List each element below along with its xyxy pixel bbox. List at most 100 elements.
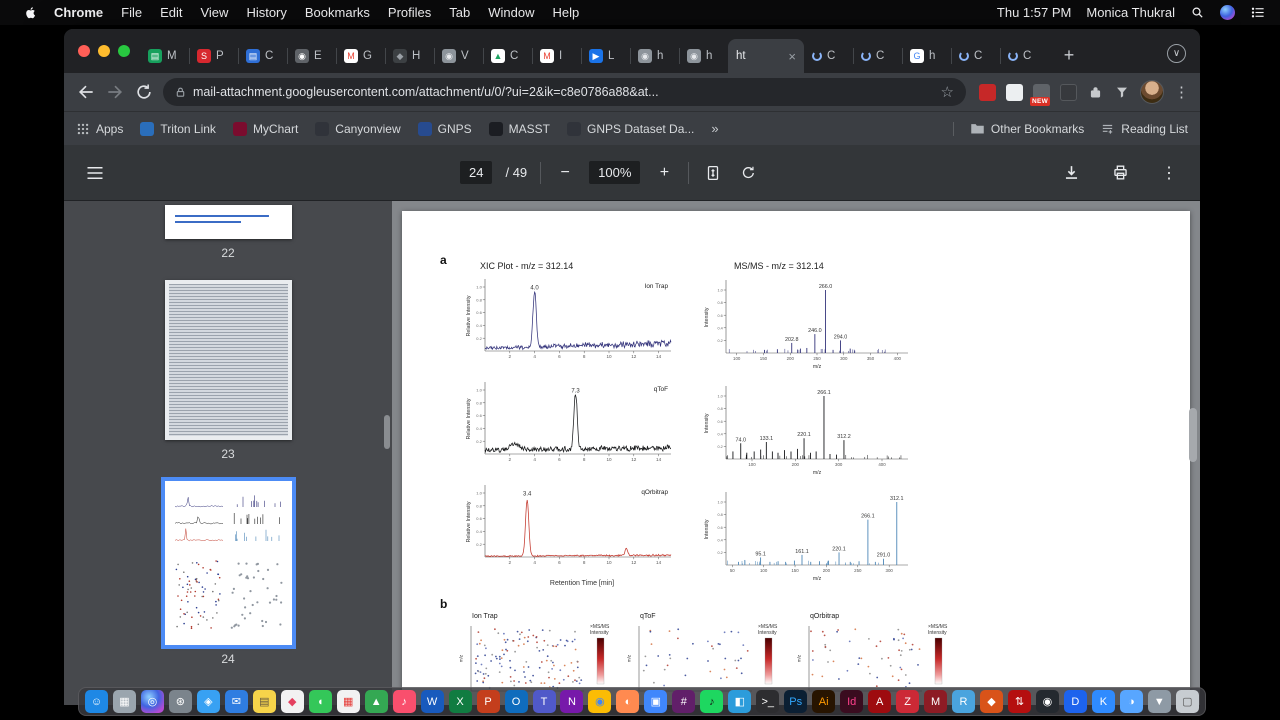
dock-app-music[interactable]: ♪: [392, 690, 416, 713]
browser-tab[interactable]: SP: [189, 39, 238, 73]
browser-tab[interactable]: C: [804, 39, 853, 73]
dock-app-siri[interactable]: ◎: [140, 690, 164, 713]
extension-icon-with-new-badge[interactable]: NEW: [1030, 83, 1051, 106]
bookmark-item[interactable]: GNPS: [417, 121, 472, 136]
menubar-item-history[interactable]: History: [237, 5, 295, 20]
extension-icon-red[interactable]: [979, 83, 996, 101]
menubar-clock[interactable]: Thu 1:57 PM: [997, 5, 1071, 20]
browser-tab[interactable]: ◉ h: [679, 39, 728, 73]
viewer-scrollbar[interactable]: [1189, 408, 1197, 462]
dock-app-rstudio[interactable]: R: [952, 690, 976, 713]
tab-active[interactable]: ht ×: [728, 39, 804, 73]
menubar-item-edit[interactable]: Edit: [151, 5, 191, 20]
browser-tab[interactable]: ◆ H: [385, 39, 434, 73]
bookmark-item[interactable]: MASST: [488, 121, 550, 136]
menubar-item-file[interactable]: File: [112, 5, 151, 20]
traffic-light-zoom[interactable]: [118, 45, 130, 57]
dock-app-terminal[interactable]: >_: [756, 690, 780, 713]
tab-search-icon[interactable]: ∨: [1167, 44, 1186, 63]
dock-app-docker[interactable]: D: [1063, 690, 1087, 713]
bookmarks-overflow-chevron[interactable]: »: [711, 121, 718, 136]
reading-list[interactable]: Reading List: [1100, 122, 1188, 136]
sidebar-scrollbar[interactable]: [384, 415, 390, 449]
tab-close-icon[interactable]: ×: [788, 49, 796, 64]
dock-app-acrobat[interactable]: A: [868, 690, 892, 713]
new-tab-button[interactable]: +: [1055, 41, 1083, 69]
browser-tab[interactable]: C: [1000, 39, 1049, 73]
browser-tab[interactable]: C: [951, 39, 1000, 73]
active-app-name[interactable]: Chrome: [45, 5, 112, 20]
dock-app-excel[interactable]: X: [448, 690, 472, 713]
dock-app-preview[interactable]: ◑: [1119, 690, 1143, 713]
lock-icon[interactable]: [175, 86, 186, 99]
pdf-more-actions-icon[interactable]: ⋮: [1158, 162, 1180, 184]
dock-app-teams[interactable]: T: [532, 690, 556, 713]
dock-app-downloads-folder[interactable]: ▼: [1147, 690, 1171, 713]
browser-tab[interactable]: C: [853, 39, 902, 73]
zoom-in-button[interactable]: +: [653, 162, 675, 184]
bookmark-item[interactable]: MyChart: [232, 121, 298, 136]
menubar-item-window[interactable]: Window: [479, 5, 543, 20]
traffic-light-minimize[interactable]: [98, 45, 110, 57]
dock-app-safari[interactable]: ◈: [196, 690, 220, 713]
dock-app-word[interactable]: W: [420, 690, 444, 713]
dock-app-filezilla[interactable]: ⇅: [1007, 690, 1031, 713]
filter-extension-icon[interactable]: [1114, 84, 1130, 100]
siri-icon[interactable]: [1220, 5, 1235, 20]
forward-icon[interactable]: [105, 82, 125, 102]
extensions-puzzle-icon[interactable]: [1087, 84, 1104, 101]
zoom-out-button[interactable]: −: [554, 162, 576, 184]
dock-app-zotero[interactable]: Z: [896, 690, 920, 713]
dock-app-system-preferences[interactable]: ⊛: [168, 690, 192, 713]
dock-app-finder[interactable]: ☺: [85, 690, 108, 713]
thumbnail-page-24[interactable]: [160, 477, 296, 649]
dock-app-indesign[interactable]: Id: [840, 690, 864, 713]
apps-shortcut[interactable]: Apps: [76, 122, 123, 136]
dock-app-mail[interactable]: ✉: [224, 690, 248, 713]
dock-app-matlab[interactable]: ◆: [980, 690, 1003, 713]
dock-app-zoom[interactable]: ▣: [644, 690, 668, 713]
dock-app-calendar[interactable]: ▦: [336, 690, 360, 713]
reload-icon[interactable]: [134, 82, 154, 102]
menubar-item-bookmarks[interactable]: Bookmarks: [296, 5, 379, 20]
thumbnail-page-22[interactable]: [164, 205, 292, 239]
other-bookmarks[interactable]: Other Bookmarks: [970, 122, 1084, 136]
dock-app-onenote[interactable]: N: [560, 690, 584, 713]
extension-icon-light[interactable]: [1006, 83, 1023, 101]
bookmark-item[interactable]: Canyonview: [315, 121, 401, 136]
menubar-user-name[interactable]: Monica Thukral: [1086, 5, 1175, 20]
extension-icon-dark[interactable]: [1060, 83, 1077, 101]
dock-app-vscode[interactable]: ◧: [728, 690, 752, 713]
dock-app-mendeley[interactable]: M: [924, 690, 948, 713]
bookmark-item[interactable]: GNPS Dataset Da...: [567, 121, 694, 136]
page-number-input[interactable]: 24: [460, 161, 493, 184]
pdf-menu-icon[interactable]: [84, 162, 106, 184]
profile-avatar[interactable]: [1140, 80, 1164, 104]
dock-app-spotify[interactable]: ♪: [700, 690, 724, 713]
dock-app-illustrator[interactable]: Ai: [812, 690, 836, 713]
dock-app-outlook[interactable]: O: [504, 690, 528, 713]
browser-tab[interactable]: ▲ C: [483, 39, 532, 73]
menubar-item-help[interactable]: Help: [544, 5, 589, 20]
bookmark-item[interactable]: Triton Link: [140, 121, 216, 136]
menubar-item-view[interactable]: View: [191, 5, 237, 20]
browser-tab[interactable]: ◉ E: [287, 39, 336, 73]
dock-app-slack[interactable]: #: [672, 690, 696, 713]
browser-tab[interactable]: Gh: [902, 39, 951, 73]
dock-app-maps[interactable]: ▲: [364, 690, 388, 713]
rotate-button[interactable]: [737, 162, 759, 184]
zoom-level[interactable]: 100%: [589, 161, 641, 184]
dock-app-photos[interactable]: ◆: [280, 690, 304, 713]
apple-menu-icon[interactable]: [14, 5, 45, 20]
browser-tab[interactable]: ◉ V: [434, 39, 483, 73]
browser-tab[interactable]: ◉ h: [630, 39, 679, 73]
dock-app-messages[interactable]: ◖: [308, 690, 332, 713]
browser-tab[interactable]: ▤ M: [140, 39, 189, 73]
dock-app-github[interactable]: ◉: [1035, 690, 1059, 713]
dock-app-notes[interactable]: ▤: [252, 690, 276, 713]
fit-page-button[interactable]: [702, 162, 724, 184]
dock-app-firefox[interactable]: ◐: [616, 690, 640, 713]
browser-tab[interactable]: MI: [532, 39, 581, 73]
traffic-light-close[interactable]: [78, 45, 90, 57]
dock-app-launchpad[interactable]: ▦: [112, 690, 136, 713]
